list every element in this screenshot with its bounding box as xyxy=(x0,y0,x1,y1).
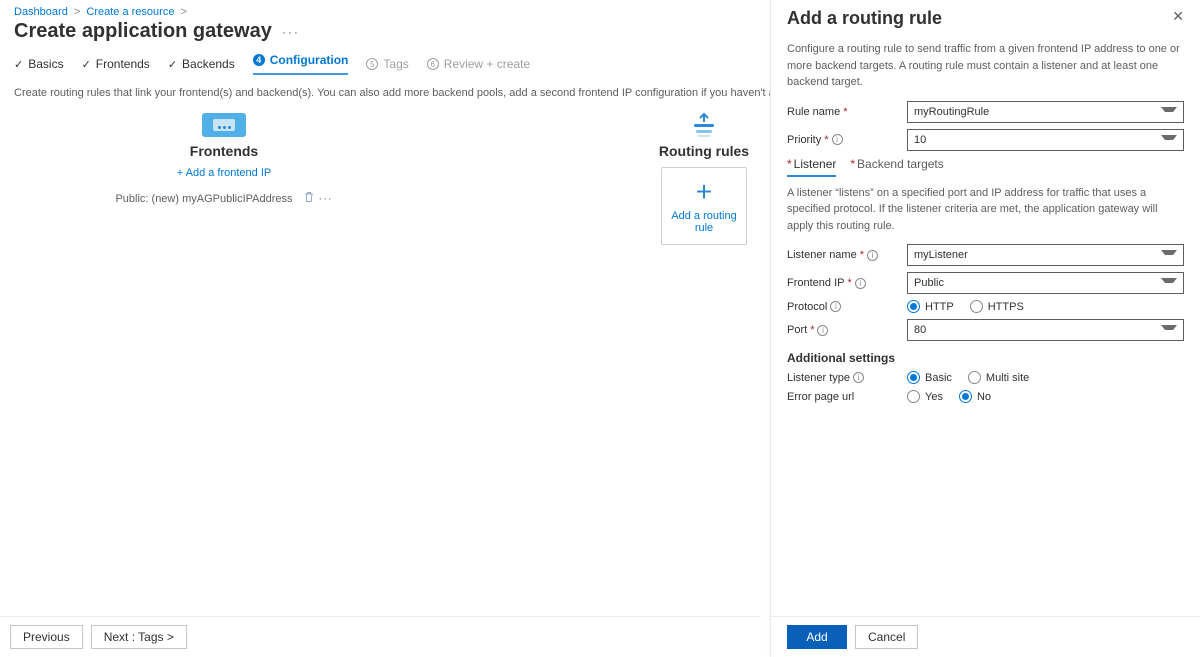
routing-rules-title: Routing rules xyxy=(659,143,749,159)
listener-description: A listener “listens” on a specified port… xyxy=(787,185,1184,235)
port-input[interactable] xyxy=(907,319,1184,341)
tab-listener[interactable]: *Listener xyxy=(787,157,836,177)
protocol-http-radio[interactable]: HTTP xyxy=(907,300,954,313)
rule-name-label: Rule name* xyxy=(787,106,907,118)
breadcrumb-sep: > xyxy=(181,6,187,18)
more-actions-icon[interactable]: ··· xyxy=(282,25,300,39)
tab-tags-label: Tags xyxy=(383,57,408,71)
breadcrumb-create-resource[interactable]: Create a resource xyxy=(86,6,174,18)
info-icon[interactable]: i xyxy=(832,134,843,145)
tab-configuration-label: Configuration xyxy=(270,53,349,67)
port-label: Port*i xyxy=(787,324,907,336)
cancel-button[interactable]: Cancel xyxy=(855,625,918,649)
priority-label: Priority*i xyxy=(787,134,907,146)
more-icon[interactable]: ··· xyxy=(319,193,333,205)
tab-backends[interactable]: Backends xyxy=(168,53,235,75)
error-page-yes-radio[interactable]: Yes xyxy=(907,390,943,403)
error-page-url-label: Error page url xyxy=(787,391,907,403)
check-icon xyxy=(168,57,177,71)
info-icon[interactable]: i xyxy=(867,250,878,261)
frontends-column: Frontends + Add a frontend IP Public: (n… xyxy=(104,113,344,245)
frontends-title: Frontends xyxy=(190,143,258,159)
info-icon[interactable]: i xyxy=(853,372,864,383)
add-frontend-ip-link[interactable]: + Add a frontend IP xyxy=(177,167,272,179)
tab-review-create[interactable]: 6 Review + create xyxy=(427,53,530,75)
frontend-ip-row: Public: (new) myAGPublicIPAddress ··· xyxy=(115,191,332,206)
listener-type-multisite-radio[interactable]: Multi site xyxy=(968,371,1029,384)
panel-title: Add a routing rule xyxy=(787,8,942,29)
breadcrumb-dashboard[interactable]: Dashboard xyxy=(14,6,68,18)
active-bullet-icon: 4 xyxy=(253,54,265,66)
rule-name-input[interactable] xyxy=(907,101,1184,123)
close-icon[interactable]: ✕ xyxy=(1172,8,1184,25)
panel-tabs: *Listener *Backend targets xyxy=(787,157,1184,177)
next-button[interactable]: Next : Tags > xyxy=(91,625,187,649)
frontends-icon xyxy=(202,113,246,137)
listener-name-input[interactable] xyxy=(907,244,1184,266)
tab-basics-label: Basics xyxy=(28,57,63,71)
protocol-label: Protocoli xyxy=(787,301,907,313)
check-icon xyxy=(82,57,91,71)
add-routing-rule-label: Add a routing rule xyxy=(666,210,742,234)
wizard-footer: Previous Next : Tags > xyxy=(0,616,760,657)
step-circle-icon: 6 xyxy=(427,58,439,70)
panel-description: Configure a routing rule to send traffic… xyxy=(771,31,1200,101)
listener-type-basic-radio[interactable]: Basic xyxy=(907,371,952,384)
page-title: Create application gateway xyxy=(14,20,272,43)
step-circle-icon: 5 xyxy=(366,58,378,70)
plus-icon: + xyxy=(696,178,712,206)
info-icon[interactable]: i xyxy=(855,278,866,289)
frontend-ip-label: Public: (new) myAGPublicIPAddress xyxy=(115,193,292,205)
routing-rules-icon xyxy=(682,113,726,137)
tab-frontends-label: Frontends xyxy=(96,57,150,71)
context-panel: Add a routing rule ✕ Configure a routing… xyxy=(770,0,1200,657)
tab-tags[interactable]: 5 Tags xyxy=(366,53,408,75)
add-routing-rule-button[interactable]: + Add a routing rule xyxy=(661,167,747,245)
info-icon[interactable]: i xyxy=(817,325,828,336)
delete-icon[interactable] xyxy=(303,191,315,206)
tab-frontends[interactable]: Frontends xyxy=(82,53,150,75)
additional-settings-heading: Additional settings xyxy=(787,351,1184,365)
tab-review-label: Review + create xyxy=(444,57,530,71)
tab-basics[interactable]: Basics xyxy=(14,53,64,75)
protocol-https-radio[interactable]: HTTPS xyxy=(970,300,1024,313)
previous-button[interactable]: Previous xyxy=(10,625,83,649)
error-page-no-radio[interactable]: No xyxy=(959,390,991,403)
add-button[interactable]: Add xyxy=(787,625,847,649)
breadcrumb-sep: > xyxy=(74,6,80,18)
listener-type-label: Listener typei xyxy=(787,372,907,384)
frontend-ip-select[interactable] xyxy=(907,272,1184,294)
routing-rules-column: Routing rules + Add a routing rule xyxy=(614,113,794,245)
tab-backend-targets[interactable]: *Backend targets xyxy=(850,157,943,177)
frontend-ip-label: Frontend IP*i xyxy=(787,277,907,289)
info-icon[interactable]: i xyxy=(830,301,841,312)
listener-name-label: Listener name*i xyxy=(787,249,907,261)
tab-configuration[interactable]: 4 Configuration xyxy=(253,53,349,75)
priority-input[interactable] xyxy=(907,129,1184,151)
tab-backends-label: Backends xyxy=(182,57,235,71)
check-icon xyxy=(14,57,23,71)
